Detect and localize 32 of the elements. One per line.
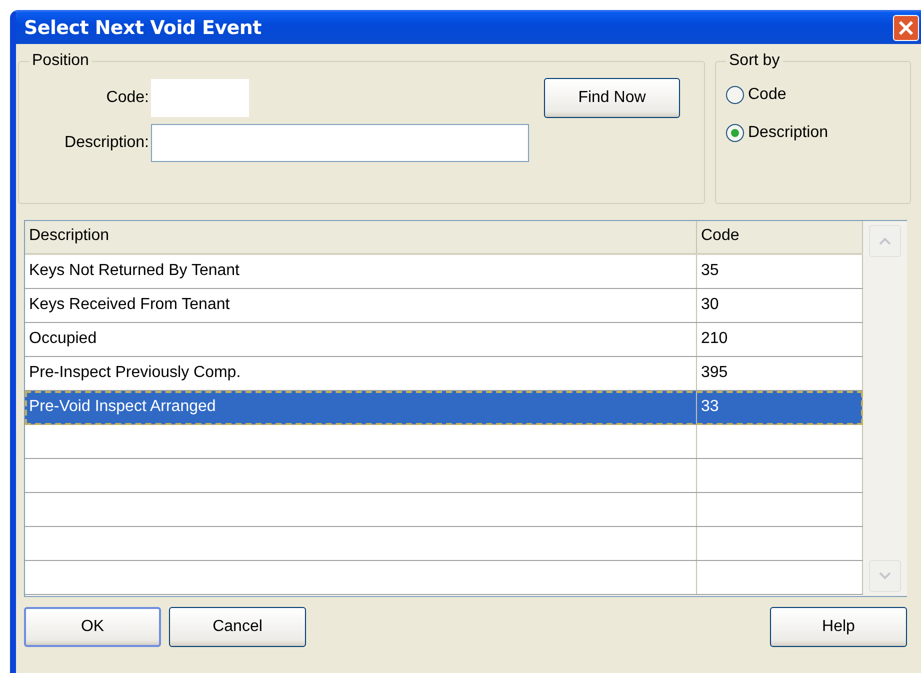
dialog-button[interactable]: Help — [770, 607, 907, 647]
field-label: Description: — [64, 134, 150, 152]
table-row[interactable]: Pre-Void Inspect Arranged 33 — [25, 391, 863, 425]
radio-button[interactable] — [726, 124, 744, 142]
table-cell: Keys Not Returned By Tenant — [25, 255, 697, 288]
table-row[interactable]: Keys Received From Tenant 30 — [25, 289, 863, 323]
table-cell: Pre-Inspect Previously Comp. — [25, 357, 697, 390]
table-cell: Pre-Void Inspect Arranged — [25, 391, 697, 424]
scroll-up-button[interactable] — [869, 225, 901, 257]
radio-label: Code — [748, 86, 786, 104]
find-now-button[interactable]: Find Now — [544, 78, 680, 118]
description-field[interactable] — [151, 124, 529, 162]
radio-label: Description — [748, 124, 828, 142]
chevron-up-icon — [879, 237, 891, 245]
radio-button[interactable] — [726, 86, 744, 104]
table-row[interactable]: Keys Not Returned By Tenant 35 — [25, 255, 863, 289]
window-title: Select Next Void Event — [24, 17, 262, 39]
table-row[interactable]: Occupied 210 — [25, 323, 863, 357]
close-button[interactable] — [893, 15, 919, 41]
chevron-down-icon — [879, 572, 891, 580]
table-cell: Keys Received From Tenant — [25, 289, 697, 322]
dialog-button[interactable]: OK — [24, 607, 161, 647]
dialog-button[interactable]: Cancel — [169, 607, 306, 647]
group-label: Sort by — [728, 52, 781, 70]
group-label: Position — [31, 52, 90, 70]
scroll-bar[interactable] — [863, 221, 907, 596]
table-cell: Occupied — [25, 323, 697, 356]
field-label: Code: — [105, 89, 150, 107]
column-header[interactable]: Description — [25, 221, 697, 253]
code-field[interactable] — [151, 79, 249, 117]
scroll-down-button[interactable] — [869, 560, 901, 592]
close-icon — [897, 19, 915, 37]
